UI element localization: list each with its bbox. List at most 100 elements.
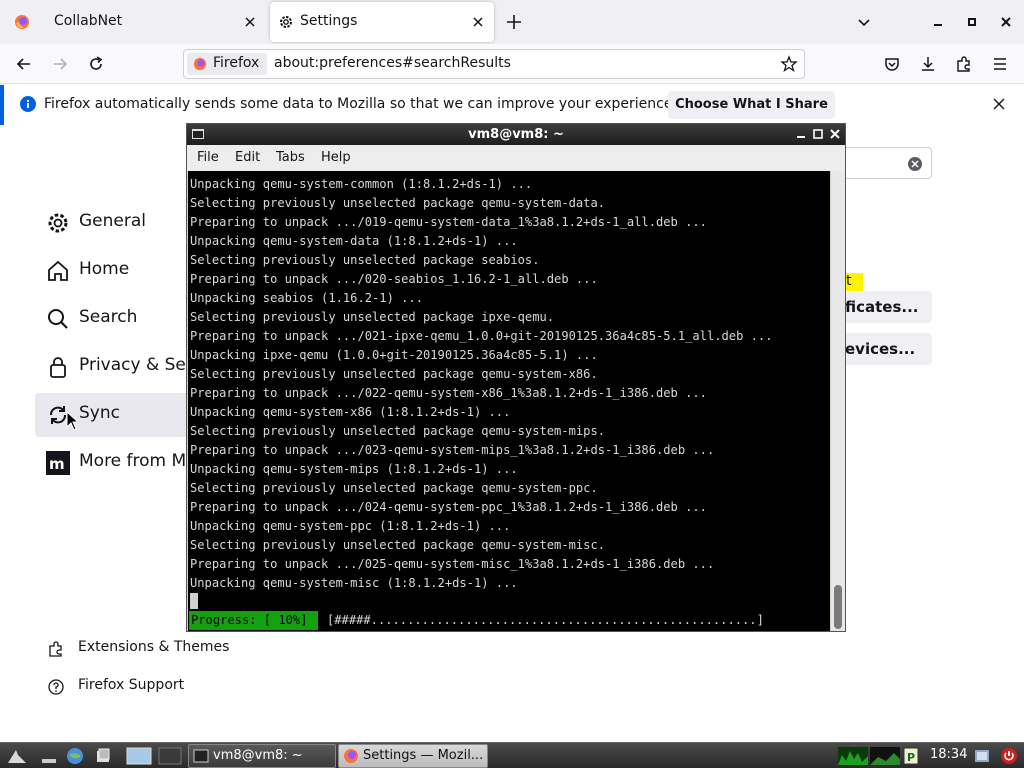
- lock-screen-icon[interactable]: [973, 747, 991, 765]
- terminal-line: Unpacking seabios (1.16.2-1) ...: [190, 291, 423, 305]
- minimize-all-icon[interactable]: [40, 747, 58, 765]
- power-icon[interactable]: [1000, 747, 1018, 765]
- apt-progress-line: Progress: [ 10%] [#####.................…: [188, 611, 830, 630]
- pocket-icon[interactable]: [883, 55, 901, 73]
- terminal-icon: [193, 748, 209, 764]
- minimize-icon[interactable]: [795, 128, 807, 140]
- scrollbar-thumb[interactable]: [834, 585, 842, 629]
- minimize-icon[interactable]: [930, 14, 946, 30]
- terminal-line: Selecting previously unselected package …: [190, 367, 598, 381]
- terminal-line: Selecting previously unselected package …: [190, 196, 606, 210]
- button-label: ficates...: [845, 298, 919, 316]
- identity-box[interactable]: Firefox: [187, 53, 267, 75]
- clear-search-icon[interactable]: [907, 156, 923, 172]
- chevron-down-icon[interactable]: [856, 14, 872, 30]
- category-sync[interactable]: Sync: [35, 393, 200, 437]
- view-certificates-button[interactable]: ficates...: [845, 291, 932, 323]
- puzzle-icon: [48, 641, 64, 657]
- tab-collabnet[interactable]: CollabNet: [6, 2, 266, 42]
- button-label: evices...: [845, 340, 916, 358]
- clipboard-indicator-icon[interactable]: P: [902, 747, 920, 765]
- notification-message: Firefox automatically sends some data to…: [44, 96, 677, 112]
- close-icon[interactable]: [829, 128, 841, 140]
- hamburger-menu-icon[interactable]: [991, 55, 1009, 73]
- category-label: Privacy & Sec: [79, 355, 196, 375]
- firefox-icon: [343, 748, 359, 764]
- terminal-scrollbar[interactable]: [831, 171, 845, 631]
- terminal-line: Unpacking qemu-system-data (1:8.1.2+ds-1…: [190, 234, 518, 248]
- category-general[interactable]: General: [35, 201, 200, 245]
- svg-text:m: m: [49, 455, 65, 473]
- terminal-output[interactable]: Unpacking qemu-system-common (1:8.1.2+ds…: [188, 171, 830, 631]
- web-browser-launcher-icon[interactable]: [66, 747, 84, 765]
- task-terminal[interactable]: vm8@vm8: ~: [188, 744, 336, 768]
- gear-icon: [46, 211, 70, 235]
- tab-label: Settings: [300, 13, 358, 29]
- menu-edit[interactable]: Edit: [235, 150, 260, 165]
- mouse-pointer-icon: [66, 411, 80, 431]
- new-tab-icon[interactable]: [504, 12, 524, 32]
- url-bar[interactable]: Firefox about:preferences#searchResults: [183, 49, 805, 79]
- bookmark-star-icon[interactable]: [780, 55, 798, 73]
- file-manager-launcher-icon[interactable]: [94, 747, 112, 765]
- download-icon[interactable]: [919, 55, 937, 73]
- terminal-title: vm8@vm8: ~: [468, 127, 564, 142]
- choose-what-i-share-button[interactable]: Choose What I Share: [668, 91, 835, 119]
- task-firefox[interactable]: Settings — Mozil...: [338, 744, 488, 768]
- url-text[interactable]: about:preferences#searchResults: [274, 55, 511, 71]
- terminal-line: Unpacking qemu-system-x86 (1:8.1.2+ds-1)…: [190, 405, 511, 419]
- category-label: More from Mo: [79, 451, 197, 471]
- terminal-menubar: File Edit Tabs Help: [187, 145, 845, 171]
- terminal-window[interactable]: vm8@vm8: ~ File Edit Tabs Help Unpacking…: [186, 123, 846, 632]
- menu-help[interactable]: Help: [321, 150, 351, 165]
- taskbar-clock[interactable]: 18:34: [930, 747, 967, 762]
- terminal-line: Unpacking qemu-system-mips (1:8.1.2+ds-1…: [190, 462, 518, 476]
- maximize-icon[interactable]: [812, 128, 824, 140]
- terminal-line: Unpacking qemu-system-common (1:8.1.2+ds…: [190, 177, 533, 191]
- terminal-line: Preparing to unpack .../019-qemu-system-…: [190, 215, 707, 229]
- terminal-line: Preparing to unpack .../020-seabios_1.16…: [190, 272, 598, 286]
- taskbar: vm8@vm8: ~ Settings — Mozil... P 18:34: [0, 742, 1024, 768]
- category-privacy-security[interactable]: Privacy & Sec: [35, 345, 200, 389]
- reload-icon[interactable]: [87, 55, 105, 73]
- close-icon[interactable]: [992, 97, 1006, 111]
- tab-close-icon[interactable]: [242, 14, 258, 30]
- cpu-monitor-icon: [838, 747, 900, 765]
- svg-text:P: P: [907, 751, 915, 764]
- menu-tabs[interactable]: Tabs: [276, 150, 305, 165]
- task-label: vm8@vm8: ~: [213, 748, 303, 763]
- category-home[interactable]: Home: [35, 249, 200, 293]
- category-search[interactable]: Search: [35, 297, 200, 341]
- maximize-icon[interactable]: [964, 14, 980, 30]
- forward-arrow-icon[interactable]: [51, 55, 69, 73]
- tab-close-icon[interactable]: [470, 14, 486, 30]
- progress-bar: [#####..................................…: [327, 613, 764, 627]
- terminal-line: Selecting previously unselected package …: [190, 424, 606, 438]
- navigation-toolbar: Firefox about:preferences#searchResults: [0, 44, 1024, 84]
- terminal-titlebar[interactable]: vm8@vm8: ~: [187, 124, 845, 145]
- security-devices-button[interactable]: evices...: [845, 333, 932, 365]
- mozilla-icon: m: [46, 451, 70, 475]
- desktop-pager-icon-2[interactable]: [158, 747, 182, 765]
- start-menu-icon[interactable]: [6, 747, 26, 765]
- category-label: Home: [79, 259, 130, 279]
- settings-search-input[interactable]: [845, 147, 932, 179]
- terminal-line: Preparing to unpack .../025-qemu-system-…: [190, 557, 715, 571]
- desktop-pager-icon[interactable]: [126, 747, 152, 765]
- terminal-line: Selecting previously unselected package …: [190, 253, 540, 267]
- gear-icon: [278, 14, 294, 30]
- terminal-line: Unpacking qemu-system-ppc (1:8.1.2+ds-1)…: [190, 519, 511, 533]
- terminal-line: Preparing to unpack .../024-qemu-system-…: [190, 500, 707, 514]
- terminal-line: Selecting previously unselected package …: [190, 538, 606, 552]
- menu-file[interactable]: File: [197, 150, 219, 165]
- terminal-line: Preparing to unpack .../023-qemu-system-…: [190, 443, 715, 457]
- tab-settings[interactable]: Settings: [270, 2, 494, 42]
- terminal-line: Preparing to unpack .../022-qemu-system-…: [190, 386, 707, 400]
- category-label: General: [79, 211, 146, 231]
- close-window-icon[interactable]: [998, 14, 1014, 30]
- category-more-from-mozilla[interactable]: m More from Mo: [35, 441, 200, 485]
- data-reporting-notification: Firefox automatically sends some data to…: [0, 85, 1024, 125]
- back-arrow-icon[interactable]: [15, 55, 33, 73]
- firefox-icon: [193, 57, 207, 71]
- extensions-puzzle-icon[interactable]: [955, 55, 973, 73]
